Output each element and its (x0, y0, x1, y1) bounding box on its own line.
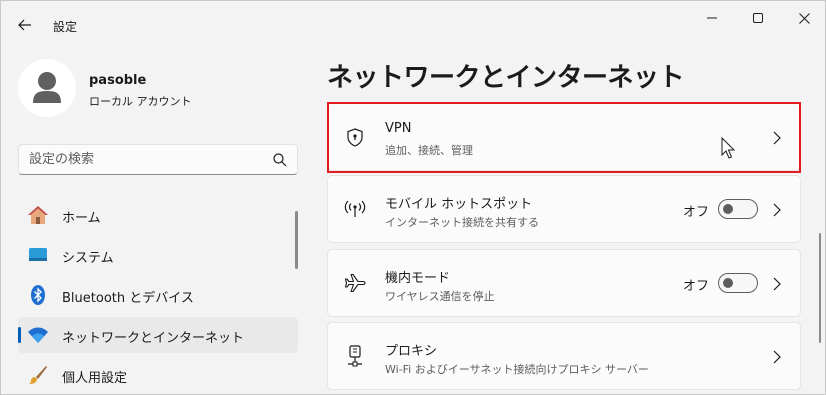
card-subtitle: 追加、接続、管理 (385, 144, 473, 157)
minimize-icon (707, 17, 717, 19)
sidebar-item-label: Bluetooth とデバイス (62, 291, 194, 306)
wifi-icon (27, 324, 49, 346)
settings-window: 設定 pasoble ローカル アカウント 設定の検索 ホーム システム Blu… (0, 0, 826, 395)
sidebar-item-label: ホーム (62, 211, 101, 226)
chevron-right-icon (773, 350, 781, 364)
app-title: 設定 (53, 20, 78, 34)
selection-indicator (18, 327, 21, 343)
sidebar-scrollbar[interactable] (295, 211, 298, 269)
airplane-icon (344, 272, 366, 294)
back-button[interactable] (11, 13, 39, 37)
user-name: pasoble (89, 73, 147, 88)
search-box (18, 144, 298, 175)
card-title: VPN (385, 121, 412, 136)
proxy-icon (344, 345, 366, 367)
toggle-state-label: オフ (683, 205, 710, 220)
maximize-button[interactable] (735, 1, 781, 35)
account-type: ローカル アカウント (89, 95, 192, 108)
bluetooth-icon (27, 284, 49, 306)
sidebar-item-bluetooth[interactable]: Bluetooth とデバイス (18, 277, 298, 313)
toggle-knob (723, 204, 733, 214)
card-subtitle: インターネット接続を共有する (385, 216, 539, 229)
sidebar-item-system[interactable]: システム (18, 237, 298, 273)
sidebar-item-label: 個人用設定 (62, 371, 128, 386)
back-arrow-icon (18, 19, 31, 31)
chevron-right-icon (773, 203, 781, 217)
home-icon (27, 204, 49, 226)
paintbrush-icon (27, 364, 49, 386)
chevron-right-icon (773, 131, 781, 145)
card-title: モバイル ホットスポット (385, 197, 533, 212)
search-icon[interactable] (273, 153, 287, 167)
sidebar-item-personalization[interactable]: 個人用設定 (18, 357, 298, 393)
card-subtitle: ワイヤレス通信を停止 (385, 290, 495, 303)
sidebar-item-network[interactable]: ネットワークとインターネット (18, 317, 298, 353)
hotspot-toggle[interactable] (718, 199, 758, 219)
vpn-shield-icon (344, 126, 366, 148)
mouse-cursor-icon (721, 137, 736, 159)
avatar[interactable] (18, 59, 76, 117)
page-title: ネットワークとインターネット (327, 63, 685, 93)
close-button[interactable] (781, 1, 825, 35)
sidebar-item-label: ネットワークとインターネット (62, 331, 245, 346)
proxy-card[interactable]: プロキシ Wi-Fi およびイーサネット接続向けプロキシ サーバー (327, 322, 801, 390)
mobile-hotspot-card[interactable]: モバイル ホットスポット インターネット接続を共有する オフ (327, 175, 801, 243)
card-title: 機内モード (385, 271, 451, 286)
toggle-state-label: オフ (683, 279, 710, 294)
toggle-knob (723, 278, 733, 288)
minimize-button[interactable] (689, 1, 735, 35)
chevron-right-icon (773, 277, 781, 291)
hotspot-icon (344, 198, 366, 220)
maximize-icon (753, 13, 763, 23)
sidebar-item-label: システム (62, 251, 114, 266)
user-avatar-icon (33, 72, 61, 103)
close-icon (798, 12, 810, 24)
main-scrollbar[interactable] (819, 233, 821, 343)
sidebar-item-home[interactable]: ホーム (18, 197, 298, 233)
card-subtitle: Wi-Fi およびイーサネット接続向けプロキシ サーバー (385, 363, 649, 376)
search-input[interactable] (19, 145, 265, 174)
card-title: プロキシ (385, 344, 438, 359)
title-bar: 設定 (1, 1, 825, 49)
airplane-mode-card[interactable]: 機内モード ワイヤレス通信を停止 オフ (327, 249, 801, 317)
system-display-icon (27, 244, 49, 266)
airplane-mode-toggle[interactable] (718, 273, 758, 293)
